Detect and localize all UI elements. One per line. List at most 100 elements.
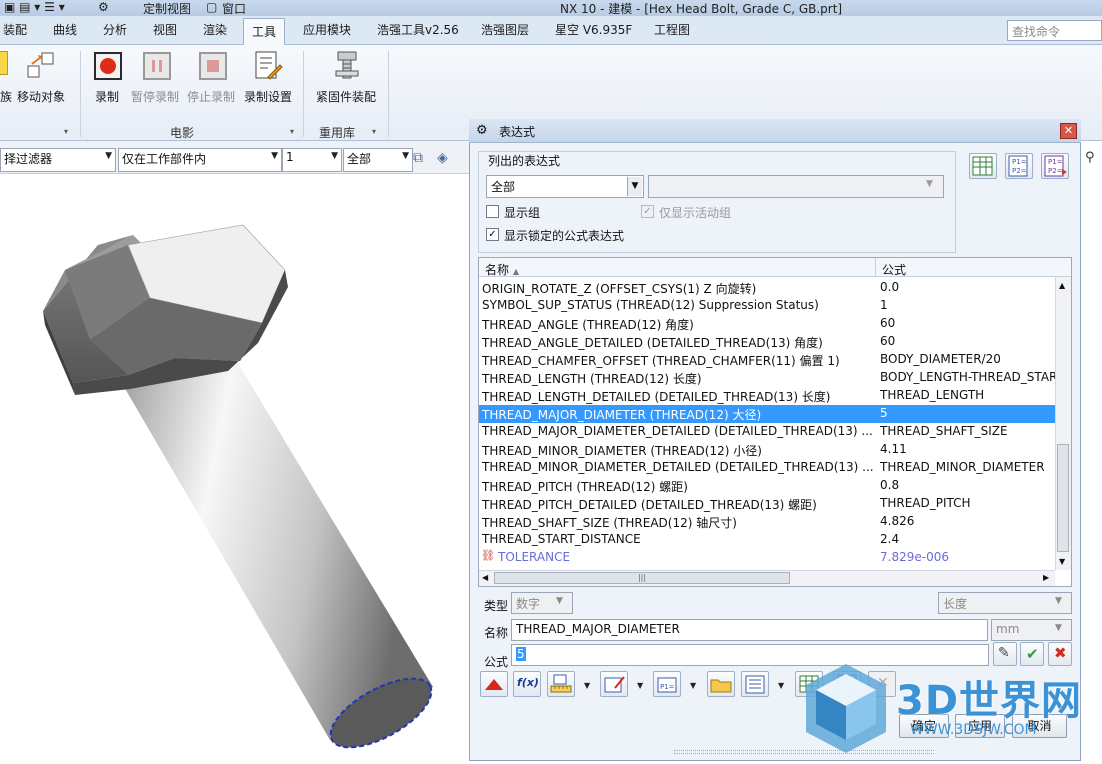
type-label: 类型 bbox=[484, 599, 509, 613]
window-menu[interactable]: 窗口 bbox=[222, 0, 246, 16]
reference-button[interactable] bbox=[600, 671, 628, 697]
open-spreadsheet-button[interactable] bbox=[969, 153, 997, 179]
expression-name-cell: THREAD_MAJOR_DIAMETER_DETAILED (DETAILED… bbox=[482, 424, 873, 438]
type-filter-select[interactable]: 择过滤器 ▼ bbox=[0, 148, 116, 172]
stop-record-button[interactable]: 停止录制 bbox=[187, 88, 235, 105]
horizontal-scroll-thumb[interactable]: ||| bbox=[494, 572, 790, 584]
mode-select[interactable]: 全部 ▼ bbox=[343, 148, 413, 172]
dropdown-arrow-icon: ▼ bbox=[556, 596, 563, 606]
group-expand-icon[interactable]: ▾ bbox=[64, 127, 68, 136]
export-expressions-button[interactable]: P1= P2= bbox=[1041, 153, 1069, 179]
listed-expressions-value: 全部 bbox=[491, 180, 516, 194]
dropdown-arrow-icon: ▼ bbox=[402, 151, 409, 161]
folder-icon bbox=[710, 679, 732, 693]
list-icon bbox=[745, 675, 765, 694]
expression-name-cell: THREAD_ANGLE (THREAD(12) 角度) bbox=[482, 318, 694, 332]
list-header bbox=[479, 258, 1071, 277]
quick-access-icons[interactable]: ▣ ▤ ▾ ☰ ▾ bbox=[4, 0, 65, 14]
svg-text:P1=: P1= bbox=[1048, 158, 1063, 166]
family-button[interactable]: 族 bbox=[0, 88, 12, 105]
table-row[interactable]: THREAD_MINOR_DIAMETER (THREAD(12) 小径) 4.1… bbox=[479, 441, 1055, 459]
show-locked-formula-checkbox[interactable]: ✓ bbox=[486, 228, 499, 241]
table-row[interactable]: THREAD_MINOR_DIAMETER_DETAILED (DETAILED… bbox=[479, 459, 1055, 477]
expression-name-cell: THREAD_PITCH_DETAILED (DETAILED_THREAD(1… bbox=[482, 498, 817, 512]
expression-name-input[interactable]: THREAD_MAJOR_DIAMETER bbox=[511, 619, 988, 641]
vertical-scroll-thumb[interactable] bbox=[1057, 444, 1069, 552]
graphics-window[interactable] bbox=[0, 175, 470, 761]
tab-render[interactable]: 渲染 bbox=[203, 21, 227, 38]
functions-button[interactable]: f(x) bbox=[513, 671, 541, 697]
table-row[interactable]: THREAD_MAJOR_DIAMETER_DETAILED (DETAILED… bbox=[479, 423, 1055, 441]
table-row[interactable]: THREAD_SHAFT_SIZE (THREAD(12) 轴尺寸) 4.826 bbox=[479, 513, 1055, 531]
record-settings-button[interactable]: 录制设置 bbox=[244, 88, 292, 105]
open-file-button[interactable] bbox=[707, 671, 735, 697]
pause-record-icon bbox=[142, 51, 171, 80]
create-interpart-expression-button[interactable]: P1= bbox=[653, 671, 681, 697]
move-object-icon bbox=[26, 51, 54, 79]
table-row[interactable]: THREAD_ANGLE (THREAD(12) 角度) 60 bbox=[479, 315, 1055, 333]
table-row[interactable]: THREAD_LENGTH (THREAD(12) 长度) BODY_LENGTH… bbox=[479, 369, 1058, 387]
ribbon-separator bbox=[303, 51, 304, 137]
table-row[interactable]: THREAD_ANGLE_DETAILED (DETAILED_THREAD(1… bbox=[479, 333, 1055, 351]
filter-options-icon[interactable]: ◈ bbox=[437, 150, 448, 166]
window-menu-icon[interactable]: ▢ bbox=[206, 0, 217, 14]
table-row[interactable]: THREAD_PITCH (THREAD(12) 螺距) 0.8 bbox=[479, 477, 1055, 495]
layer-select[interactable]: 1 ▼ bbox=[282, 148, 342, 172]
svg-text:P1=: P1= bbox=[1012, 158, 1027, 166]
reference-icon bbox=[604, 676, 625, 693]
table-row[interactable]: THREAD_CHAMFER_OFFSET (THREAD_CHAMFER(11… bbox=[479, 351, 1055, 369]
scroll-up-icon[interactable]: ▲ bbox=[1059, 281, 1065, 290]
show-groups-checkbox[interactable] bbox=[486, 205, 499, 218]
expression-formula-cell: THREAD_PITCH bbox=[880, 496, 971, 510]
table-row[interactable]: THREAD_LENGTH_DETAILED (DETAILED_THREAD(… bbox=[479, 387, 1055, 405]
expression-formula-cell: BODY_LENGTH-THREAD_STAR bbox=[880, 370, 1058, 384]
dialog-title-bar[interactable]: ⚙ 表达式 bbox=[469, 119, 1081, 143]
scroll-left-icon[interactable]: ◀ bbox=[482, 573, 488, 582]
customize-view-icon[interactable]: ⚙ bbox=[98, 0, 109, 14]
selection-tool-icon[interactable]: ⚲ bbox=[1085, 150, 1095, 165]
dropdown-arrow-icon[interactable]: ▼ bbox=[690, 681, 696, 690]
table-row[interactable]: ORIGIN_ROTATE_Z (OFFSET_CSYS(1) Z 向旋转) 0.… bbox=[479, 279, 1055, 297]
tab-xingkong[interactable]: 星空 V6.935F bbox=[555, 21, 632, 38]
dropdown-arrow-icon[interactable]: ▼ bbox=[778, 681, 784, 690]
p1-p2-export-icon: P1=P2= bbox=[1044, 155, 1067, 177]
dropdown-arrow-icon[interactable]: ▼ bbox=[584, 681, 590, 690]
snap-icon[interactable]: ⧉ bbox=[413, 150, 423, 166]
tab-haoqiang-tools[interactable]: 浩强工具v2.56 bbox=[377, 21, 459, 38]
tab-haoqiang-layers[interactable]: 浩强图层 bbox=[481, 21, 529, 38]
tab-view[interactable]: 视图 bbox=[153, 21, 177, 38]
measure-button[interactable] bbox=[547, 671, 575, 697]
dropdown-arrow-icon[interactable]: ▼ bbox=[637, 681, 643, 690]
column-header-name[interactable]: 名称 ▲ bbox=[485, 261, 519, 278]
tab-application[interactable]: 应用模块 bbox=[303, 21, 351, 38]
pause-record-button[interactable]: 暂停录制 bbox=[131, 88, 179, 105]
dialog-close-button[interactable]: ✕ bbox=[1060, 123, 1077, 139]
scroll-right-icon[interactable]: ▶ bbox=[1043, 573, 1049, 582]
fastener-assembly-button[interactable]: 紧固件装配 bbox=[316, 88, 376, 105]
scroll-down-icon[interactable]: ▼ bbox=[1059, 557, 1065, 566]
collapse-button[interactable] bbox=[480, 671, 508, 697]
table-row[interactable]: ⛓ TOLERANCE 7.829e-006 bbox=[479, 549, 1055, 567]
table-row[interactable]: THREAD_MAJOR_DIAMETER (THREAD(12) 大径) 5 bbox=[479, 405, 1055, 423]
dialog-title: 表达式 bbox=[499, 125, 536, 139]
table-row[interactable]: THREAD_PITCH_DETAILED (DETAILED_THREAD(1… bbox=[479, 495, 1055, 513]
hex-bolt-model[interactable] bbox=[0, 175, 470, 761]
selection-scope-select[interactable]: 仅在工作部件内 ▼ bbox=[118, 148, 282, 172]
group-expand-icon[interactable]: ▾ bbox=[372, 127, 376, 136]
list-options-button[interactable] bbox=[741, 671, 769, 697]
column-header-formula[interactable]: 公式 bbox=[882, 261, 906, 278]
record-button[interactable]: 录制 bbox=[95, 88, 119, 105]
quick-access-customize-view[interactable]: 定制视图 bbox=[143, 0, 191, 16]
table-row[interactable]: THREAD_START_DISTANCE 2.4 bbox=[479, 531, 1055, 549]
command-search-input[interactable]: 查找命令 bbox=[1007, 20, 1102, 41]
tab-drawing[interactable]: 工程图 bbox=[654, 21, 690, 38]
tab-assembly[interactable]: 装配 bbox=[3, 21, 27, 38]
tab-analysis[interactable]: 分析 bbox=[103, 21, 127, 38]
group-expand-icon[interactable]: ▾ bbox=[290, 127, 294, 136]
move-object-button[interactable]: 移动对象 bbox=[17, 88, 65, 105]
tab-curve[interactable]: 曲线 bbox=[53, 21, 77, 38]
listed-expressions-select[interactable]: 全部 ▼ bbox=[486, 175, 644, 198]
tab-tools[interactable]: 工具 bbox=[243, 18, 286, 45]
import-expressions-button[interactable]: P1= P2= bbox=[1005, 153, 1033, 179]
table-row[interactable]: SYMBOL_SUP_STATUS (THREAD(12) Suppressio… bbox=[479, 297, 1055, 315]
